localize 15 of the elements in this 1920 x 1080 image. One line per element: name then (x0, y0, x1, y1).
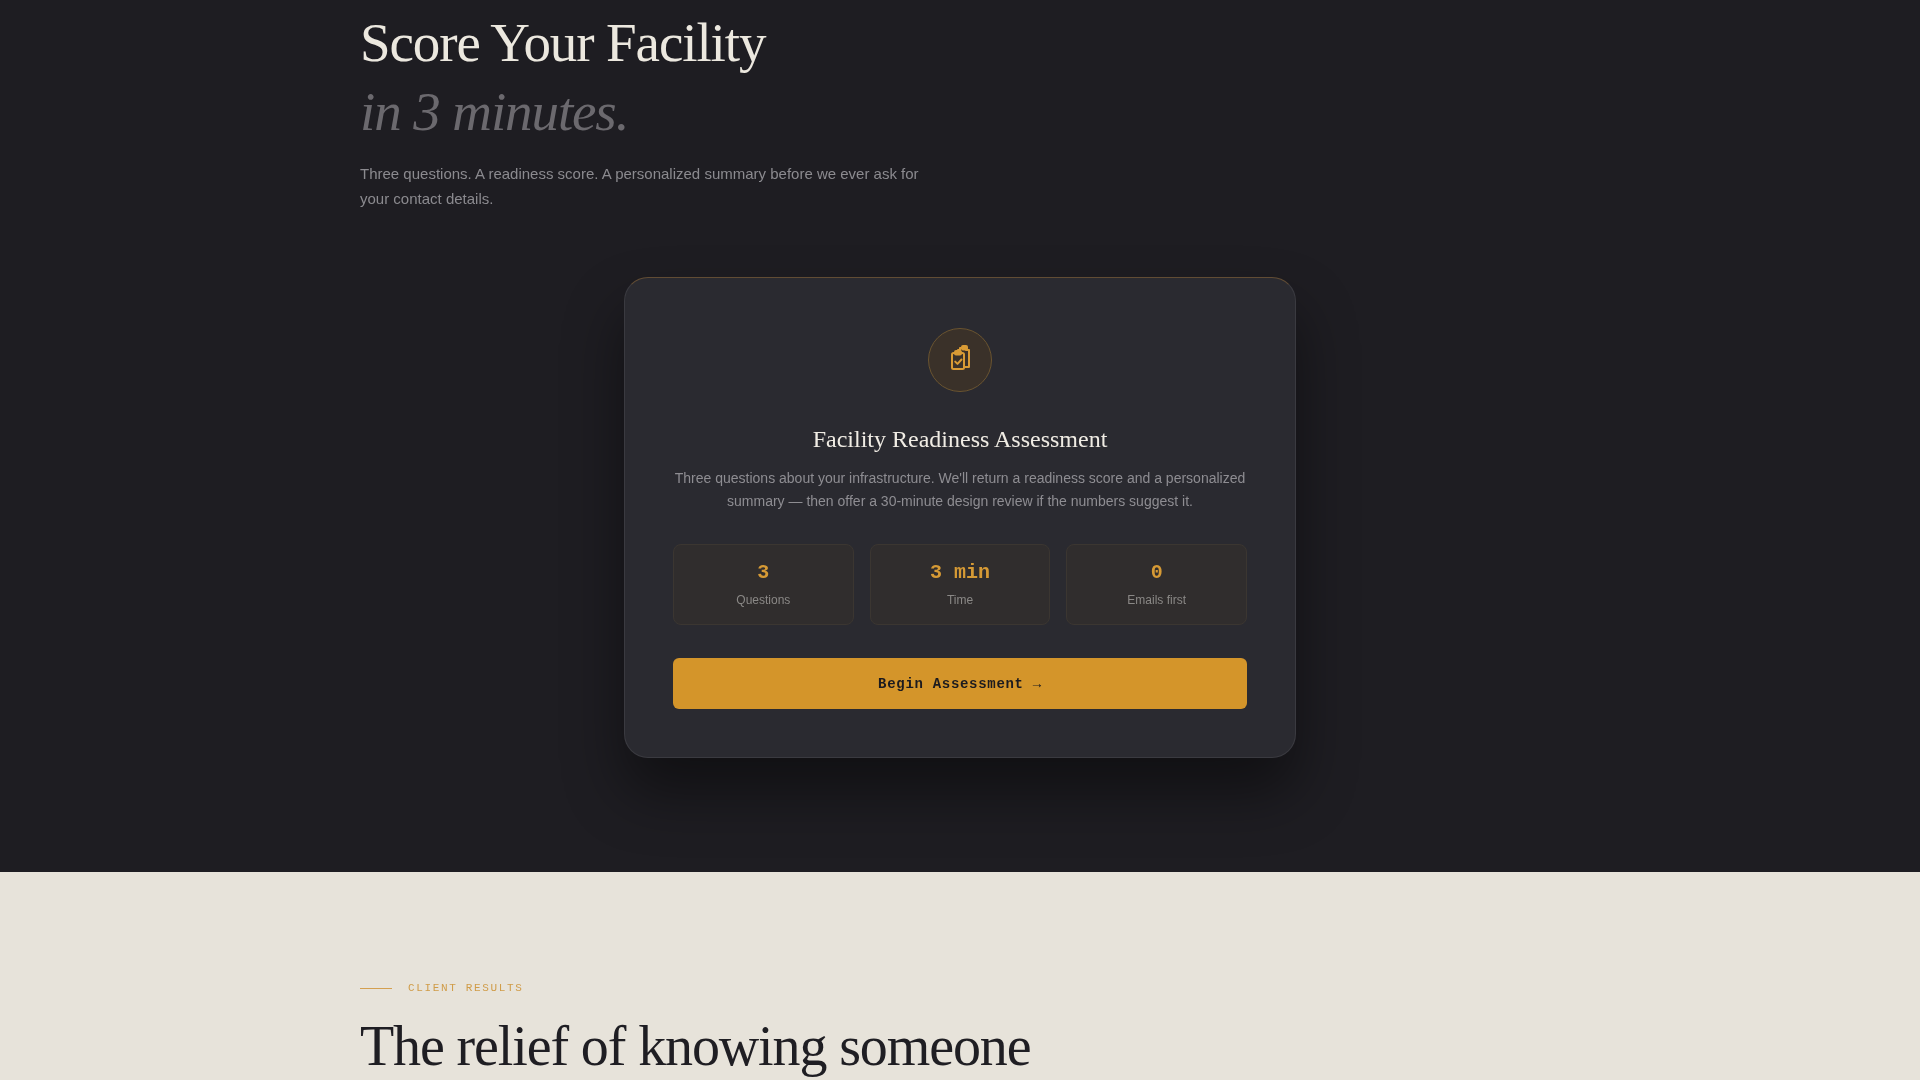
card-description: Three questions about your infrastructure. We'll return a readiness score and a personalized summary — then offer a 30-minute design review if the numbers suggest it. (673, 469, 1247, 511)
stat-value: 3 min (930, 561, 990, 585)
hero-subheading: in 3 minutes. (360, 80, 629, 144)
hero-intro-text: Three questions. A readiness score. A personalized summary before we ever ask for your contact details. (360, 164, 920, 209)
begin-assessment-button[interactable]: Begin Assessment → (673, 658, 1247, 709)
section-heading: The relief of knowing someone (360, 1016, 1031, 1078)
section-eyebrow: CLIENT RESULTS (408, 981, 524, 996)
clipboard-check-icon (928, 328, 992, 392)
stat-label: Questions (736, 592, 791, 608)
stat-label: Emails first (1127, 592, 1186, 608)
hero-heading: Score Your Facility (360, 11, 766, 75)
stat-value: 3 (757, 561, 770, 585)
stat-value: 0 (1150, 561, 1163, 585)
stat-label: Time (946, 592, 974, 608)
card-title: Facility Readiness Assessment (812, 425, 1108, 454)
